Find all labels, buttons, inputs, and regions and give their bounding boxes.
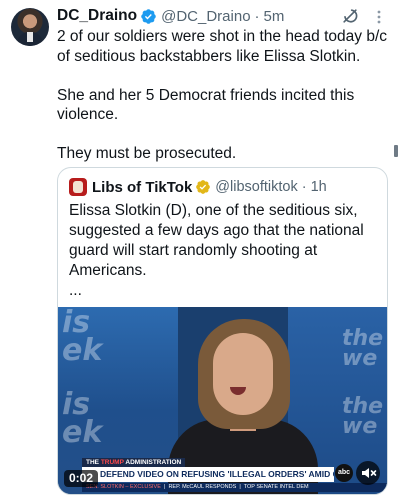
scrollbar-thumb[interactable] [394,145,398,157]
network-logo: abc [335,464,353,482]
speaker-face [213,333,273,415]
ticker-item: REP. McCAUL RESPONDS [168,484,237,490]
backdrop-lettering: the we [342,394,384,439]
quote-author-handle[interactable]: @libsoftiktok [215,179,297,195]
tweet-header: DC_Draino @DC_Draino · 5m [57,6,284,26]
avatar-shirt [27,32,33,42]
mute-button[interactable] [356,461,380,485]
quote-header: Libs of TikTok @libsoftiktok · 1h [69,177,327,197]
video-player[interactable]: is ek is ek the we the we THE TRUMP ADMI… [58,307,387,494]
tweet-body: 2 of our soldiers were shot in the head … [57,27,393,164]
author-handle[interactable]: @DC_Draino [161,8,250,25]
quote-text: Elissa Slotkin (D), one of the seditious… [69,202,364,279]
quote-time[interactable]: 1h [311,179,327,195]
quote-author-name[interactable]: Libs of TikTok [92,179,192,196]
chyron-tag-highlight: TRUMP [100,459,124,466]
tweet-paragraph: They must be prosecuted. [57,145,237,162]
chyron-tag: THE TRUMP ADMINISTRATION [82,458,186,467]
author-name[interactable]: DC_Draino [57,7,137,25]
quote-tweet[interactable]: Libs of TikTok @libsoftiktok · 1h Elissa… [57,167,388,495]
tweet-paragraph: 2 of our soldiers were shot in the head … [57,28,388,65]
tweet-time[interactable]: 5m [264,8,285,25]
more-options-icon[interactable] [372,8,386,26]
chyron-tag-suffix: ADMINISTRATION [125,459,182,466]
quote-separator: · [301,179,307,195]
header-separator: · [254,7,260,25]
video-timecode: 0:02 [64,470,99,487]
tweet-paragraph: She and her 5 Democrat friends incited t… [57,86,355,124]
mute-icon [362,468,377,478]
news-ticker: SEN. SLOTKIN – EXCLUSIVE | REP. McCAUL R… [82,483,387,492]
quote-ellipsis: ... [69,282,82,299]
ticker-item: TOP SENATE INTEL DEM [243,484,309,490]
chyron-tag-prefix: THE [86,459,99,466]
author-avatar[interactable] [11,8,49,46]
backdrop-lettering: is ek [62,387,103,450]
tweet[interactable]: DC_Draino @DC_Draino · 5m 2 of our soldi… [0,0,398,500]
backdrop-lettering: is ek [62,307,103,368]
quote-body: Elissa Slotkin (D), one of the seditious… [69,201,379,301]
chyron-headline: DEFEND VIDEO ON REFUSING 'ILLEGAL ORDERS… [82,467,334,482]
verified-badge-icon [196,180,211,194]
quote-avatar[interactable] [69,178,87,196]
verified-badge-icon [141,8,156,24]
grok-icon[interactable] [340,6,360,26]
backdrop-lettering: the we [342,326,384,371]
